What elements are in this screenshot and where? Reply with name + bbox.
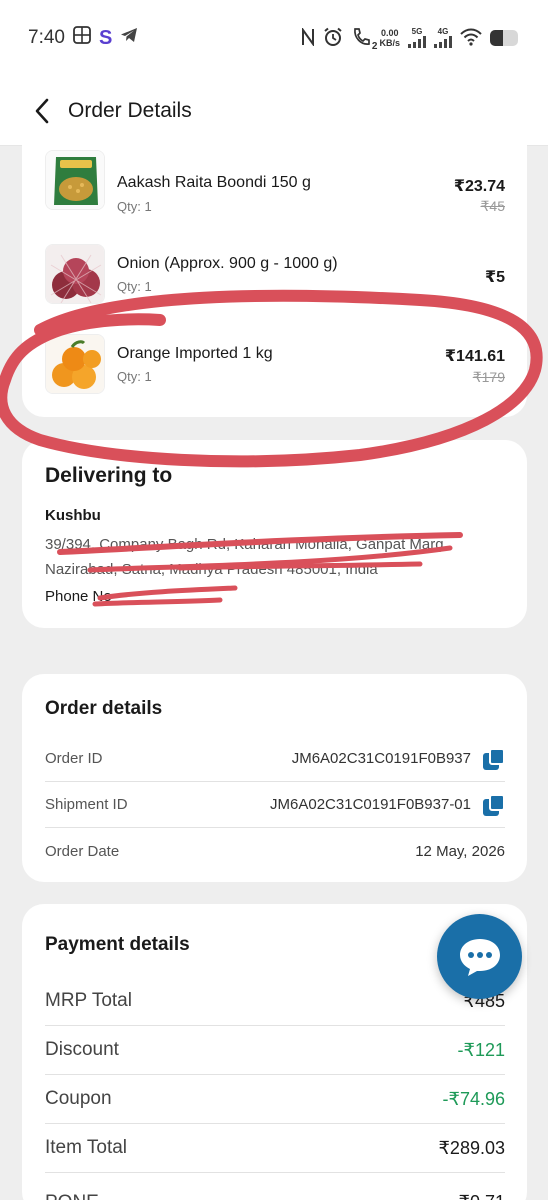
onion-product-image (45, 244, 105, 304)
back-button[interactable] (28, 91, 56, 131)
sim2-label: 4G (437, 27, 449, 36)
list-item[interactable]: Onion (Approx. 900 g - 1000 g) Qty: 1 ₹5 (22, 230, 527, 310)
delivery-title: Delivering to (45, 464, 173, 487)
battery-icon (490, 30, 518, 46)
item-name: Onion (Approx. 900 g - 1000 g) (117, 255, 338, 272)
phone-label: Phone No (45, 588, 112, 605)
order-items-card: Aakash Raita Boondi 150 g Qty: 1 ₹23.74 … (22, 130, 527, 417)
signal-bars-icon (434, 36, 452, 48)
order-date-row: Order Date 12 May, 2026 (45, 828, 505, 874)
coupon-label: Coupon (45, 1088, 112, 1109)
status-bar: 7:40 S 2 0.00 KB/s 5G 4G (0, 0, 548, 76)
orange-product-image (45, 334, 105, 394)
pone-value: ₹0.71 (459, 1192, 506, 1200)
mrp-total-label: MRP Total (45, 990, 132, 1011)
grid-app-icon (73, 26, 91, 50)
order-id-value-group: JM6A02C31C0191F0B937 (291, 747, 505, 770)
telegram-icon (120, 27, 138, 49)
coupon-value: -₹74.96 (442, 1088, 506, 1109)
mrp-total-row: MRP Total ₹485 (45, 977, 505, 1026)
list-item[interactable]: Orange Imported 1 kg Qty: 1 ₹141.61 ₹179 (22, 320, 527, 400)
signal-bars-icon (408, 36, 426, 48)
no-signal-n-icon (301, 26, 315, 49)
item-price: ₹141.61 (444, 348, 505, 365)
order-id-label: Order ID (45, 750, 103, 767)
item-name: Orange Imported 1 kg (117, 345, 273, 362)
chat-support-button[interactable] (437, 914, 522, 999)
status-bar-left: 7:40 S (28, 26, 138, 50)
delivery-address-card: Delivering to Kushbu 39/394, Company Bag… (22, 440, 527, 628)
pone-row: PONE ₹0.71 (45, 1178, 505, 1200)
sim1-label: 5G (411, 27, 423, 36)
item-mrp: ₹179 (472, 369, 505, 385)
item-total-value: ₹289.03 (438, 1137, 505, 1158)
net-speed-value: 0.00 (380, 28, 399, 38)
shipment-id-row: Shipment ID JM6A02C31C0191F0B937-01 (45, 782, 505, 828)
order-details-card: Order details Order ID JM6A02C31C0191F0B… (22, 674, 527, 882)
item-qty: Qty: 1 (117, 279, 152, 294)
sim2-signal: 4G (434, 28, 452, 48)
order-date-label: Order Date (45, 842, 120, 860)
recipient-name: Kushbu (45, 507, 101, 524)
clock: 7:40 (28, 27, 65, 48)
discount-label: Discount (45, 1039, 119, 1060)
alarm-icon (323, 27, 343, 50)
raita-boondi-product-image (45, 150, 105, 210)
item-price: ₹5 (484, 269, 505, 286)
discount-row: Discount -₹121 (45, 1026, 505, 1075)
discount-value: -₹121 (457, 1039, 505, 1060)
call-count: 2 (371, 40, 378, 52)
item-price: ₹23.74 (453, 178, 505, 195)
s-app-icon: S (98, 26, 113, 49)
order-date-value: 12 May, 2026 (415, 842, 505, 860)
wifi-icon (460, 28, 482, 49)
item-qty: Qty: 1 (117, 369, 152, 384)
copy-icon[interactable] (483, 793, 505, 816)
order-id-row: Order ID JM6A02C31C0191F0B937 (45, 736, 505, 782)
list-item[interactable]: Aakash Raita Boondi 150 g Qty: 1 ₹23.74 … (22, 140, 527, 220)
order-details-title: Order details (45, 698, 163, 719)
payment-details-title: Payment details (45, 934, 190, 955)
pone-label: PONE (45, 1192, 99, 1200)
net-speed: 0.00 KB/s (379, 28, 400, 48)
shipment-id-label: Shipment ID (45, 796, 128, 813)
chevron-left-icon (35, 98, 49, 123)
net-speed-unit: KB/s (379, 38, 400, 48)
coupon-row: Coupon -₹74.96 (45, 1075, 505, 1124)
item-mrp: ₹45 (480, 198, 505, 214)
status-bar-right: 2 0.00 KB/s 5G 4G (301, 26, 518, 52)
sim1-signal: 5G (408, 28, 426, 48)
item-total-row: Item Total ₹289.03 (45, 1124, 505, 1173)
chat-bubble-icon (459, 938, 500, 976)
delivery-address: 39/394, Company Bagh Rd, Kaharan Mohalla… (45, 536, 448, 578)
item-total-label: Item Total (45, 1137, 128, 1158)
order-id-value: JM6A02C31C0191F0B937 (291, 750, 471, 767)
item-qty: Qty: 1 (117, 199, 152, 214)
shipment-id-value: JM6A02C31C0191F0B937-01 (270, 796, 471, 813)
shipment-id-value-group: JM6A02C31C0191F0B937-01 (270, 793, 505, 816)
item-name: Aakash Raita Boondi 150 g (117, 174, 311, 191)
page-title: Order Details (68, 98, 192, 122)
call-icon: 2 (351, 27, 377, 52)
copy-icon[interactable] (483, 747, 505, 770)
